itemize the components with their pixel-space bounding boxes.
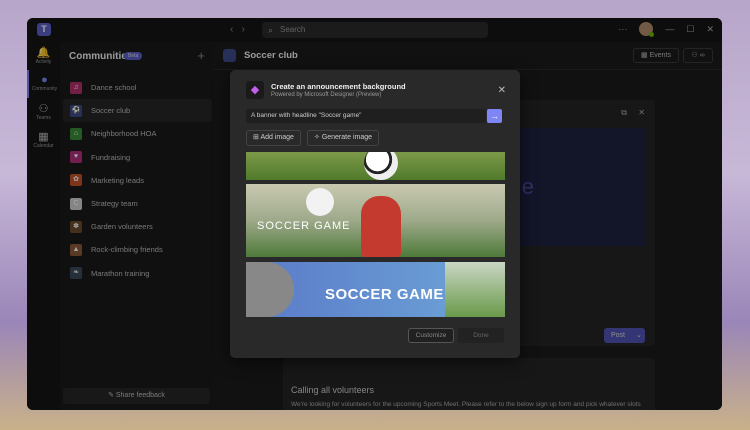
background-option-1[interactable] [246, 152, 505, 180]
customize-button[interactable]: Customize [408, 328, 454, 343]
soccer-ball-image [364, 152, 398, 180]
background-option-3[interactable]: SOCCER GAME [246, 262, 505, 317]
add-image-label: Add image [260, 134, 294, 141]
option-headline: SOCCER GAME [325, 286, 444, 303]
soccer-ball-image [306, 188, 334, 216]
dialog-title: Create an announcement background [271, 82, 406, 91]
dialog-subtitle: Powered by Microsoft Designer (Preview) [271, 92, 382, 98]
background-option-2[interactable]: SOCCER GAME [246, 184, 505, 257]
player-image [361, 196, 401, 257]
prompt-input[interactable]: A banner with headline "Soccer game" [246, 109, 486, 123]
sparkle-icon: ✧ [314, 134, 322, 141]
add-image-button[interactable]: ⊞ Add image [246, 130, 301, 146]
close-icon[interactable]: ✕ [498, 85, 506, 96]
team-photo [445, 262, 505, 317]
generate-image-label: Generate image [321, 134, 373, 141]
send-arrow-button[interactable]: → [487, 109, 502, 123]
designer-dialog: ◆ Create an announcement background Powe… [230, 70, 520, 358]
option-headline: SOCCER GAME [257, 220, 351, 232]
player-photo [246, 262, 294, 317]
generate-image-button[interactable]: ✧ Generate image [307, 130, 380, 146]
done-button[interactable]: Done [458, 328, 504, 343]
designer-logo-icon: ◆ [246, 81, 264, 99]
